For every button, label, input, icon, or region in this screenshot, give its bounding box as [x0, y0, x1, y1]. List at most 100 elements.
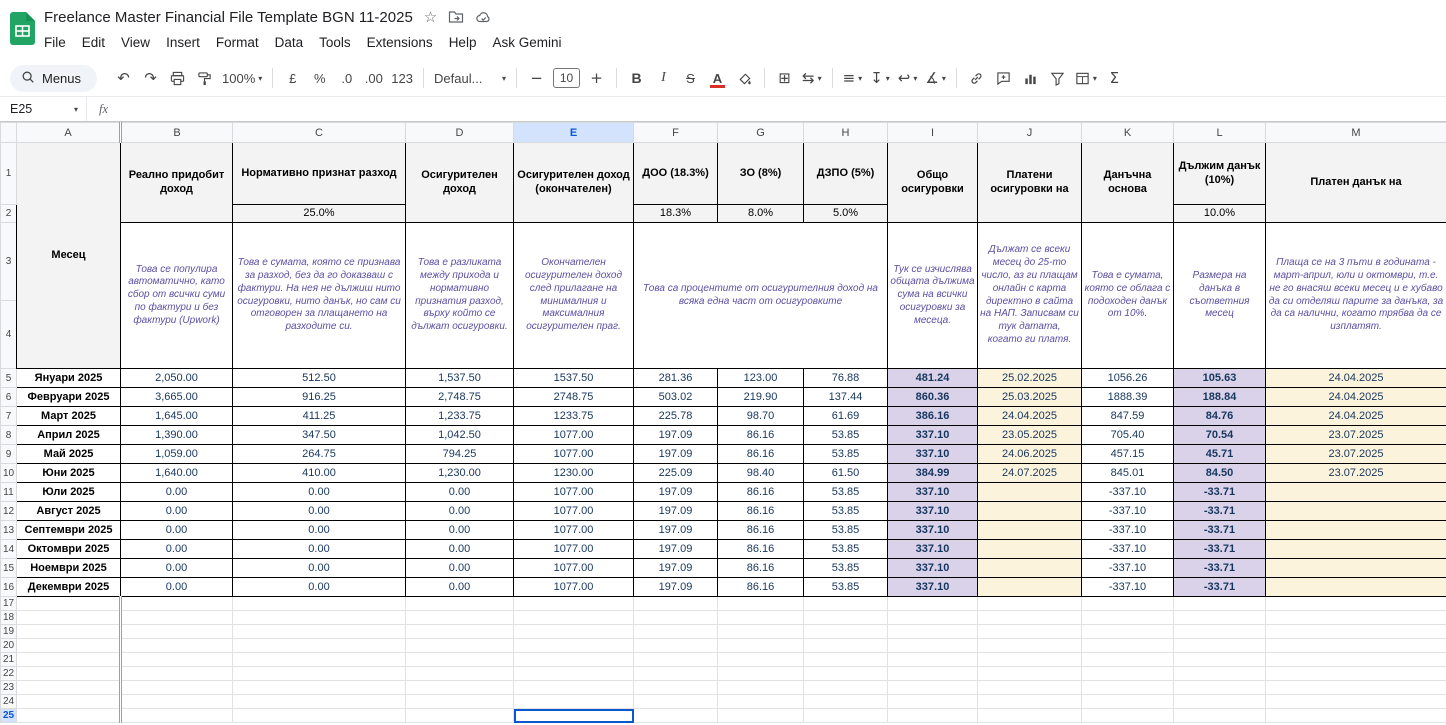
- cell-tax-base[interactable]: 845.01: [1081, 463, 1174, 483]
- menu-help[interactable]: Help: [441, 32, 485, 53]
- cell-empty[interactable]: [977, 666, 1082, 681]
- print-button[interactable]: [165, 66, 190, 91]
- cell-insurance-income-final[interactable]: 2748.75: [513, 387, 634, 407]
- cell-dzpo[interactable]: 61.69: [803, 406, 888, 426]
- cell-empty[interactable]: [405, 680, 514, 695]
- row-header[interactable]: 23: [0, 680, 17, 695]
- cell-normative-expense[interactable]: 0.00: [232, 577, 406, 597]
- menu-view[interactable]: View: [113, 32, 158, 53]
- cell-insurance-paid-date[interactable]: 25.03.2025: [977, 387, 1082, 407]
- cell-empty[interactable]: [633, 638, 718, 653]
- cell-empty[interactable]: [1081, 596, 1174, 611]
- desc-normative-expense[interactable]: Това е сумата, която се признава за разх…: [232, 222, 406, 369]
- decrease-font-size-button[interactable]: −: [524, 66, 549, 91]
- cell-tax-paid-date[interactable]: 23.07.2025: [1265, 425, 1446, 445]
- header-insurance-paid-on[interactable]: Платени осигуровки на: [977, 142, 1082, 223]
- cell-empty[interactable]: [16, 652, 122, 667]
- fill-color-button[interactable]: [732, 66, 757, 91]
- cell-empty[interactable]: [405, 624, 514, 639]
- cell-empty[interactable]: [717, 708, 804, 723]
- cell-empty[interactable]: [16, 624, 122, 639]
- cell-tax-base[interactable]: 1888.39: [1081, 387, 1174, 407]
- cell-empty[interactable]: [633, 680, 718, 695]
- paint-format-button[interactable]: [192, 66, 217, 91]
- cell-empty[interactable]: [717, 680, 804, 695]
- cell-insurance-income-final[interactable]: 1537.50: [513, 368, 634, 388]
- cell-empty[interactable]: [1265, 666, 1446, 681]
- cell-empty[interactable]: [1265, 624, 1446, 639]
- increase-decimal-button[interactable]: .00: [361, 66, 386, 91]
- menu-ask-gemini[interactable]: Ask Gemini: [484, 32, 569, 53]
- cell-empty[interactable]: [232, 624, 406, 639]
- cell-empty[interactable]: [633, 694, 718, 709]
- cell-insurance-income-final[interactable]: 1233.75: [513, 406, 634, 426]
- cell-empty[interactable]: [232, 610, 406, 625]
- row-header[interactable]: 9: [0, 444, 17, 464]
- menus-search-button[interactable]: Menus: [10, 64, 98, 92]
- cell-empty[interactable]: [16, 666, 122, 681]
- cell-normative-expense[interactable]: 0.00: [232, 520, 406, 540]
- cell-insurance-paid-date[interactable]: [977, 539, 1082, 559]
- sheets-logo[interactable]: [10, 12, 35, 48]
- cell-empty[interactable]: [120, 610, 233, 625]
- header-total-insurance[interactable]: Общо осигуровки: [887, 142, 978, 223]
- cell-zo[interactable]: 86.16: [717, 539, 804, 559]
- cell-tax-paid-date[interactable]: [1265, 577, 1446, 597]
- sheet-views-button[interactable]: ▾: [1072, 66, 1100, 91]
- header-tax-base[interactable]: Данъчна основа: [1081, 142, 1174, 223]
- cell-tax-due[interactable]: -33.71: [1173, 539, 1266, 559]
- cell-empty[interactable]: [717, 596, 804, 611]
- cell-empty[interactable]: [120, 624, 233, 639]
- col-header-G[interactable]: G: [717, 122, 804, 143]
- cell-doo[interactable]: 197.09: [633, 482, 718, 502]
- merge-cells-button[interactable]: ⇆ ▾: [799, 66, 825, 91]
- row-header[interactable]: 1: [0, 142, 17, 205]
- cell-total-insurance[interactable]: 386.16: [887, 406, 978, 426]
- cell-normative-expense[interactable]: 916.25: [232, 387, 406, 407]
- cell-real-income[interactable]: 0.00: [120, 520, 233, 540]
- cell-dzpo[interactable]: 76.88: [803, 368, 888, 388]
- header-real-income[interactable]: Реално придобит доход: [120, 142, 233, 223]
- cell-empty[interactable]: [803, 666, 888, 681]
- row-header[interactable]: 20: [0, 638, 17, 653]
- cell-doo[interactable]: 225.78: [633, 406, 718, 426]
- cell-insurance-income[interactable]: 0.00: [405, 577, 514, 597]
- desc-real-income[interactable]: Това се популира автоматично, като сбор …: [120, 222, 233, 369]
- cell-real-income[interactable]: 1,059.00: [120, 444, 233, 464]
- cell-month[interactable]: Януари 2025: [16, 368, 121, 388]
- menu-edit[interactable]: Edit: [74, 32, 113, 53]
- cell-real-income[interactable]: 0.00: [120, 539, 233, 559]
- cell-tax-base[interactable]: -337.10: [1081, 577, 1174, 597]
- cell-zo[interactable]: 86.16: [717, 482, 804, 502]
- cell-real-income[interactable]: 1,390.00: [120, 425, 233, 445]
- cell-tax-due[interactable]: 105.63: [1173, 368, 1266, 388]
- bold-button[interactable]: B: [624, 66, 649, 91]
- functions-button[interactable]: Σ: [1102, 66, 1127, 91]
- cell-month[interactable]: Ноември 2025: [16, 558, 121, 578]
- cell-insurance-income[interactable]: 0.00: [405, 520, 514, 540]
- row-header[interactable]: 15: [0, 558, 17, 578]
- cell-empty[interactable]: [717, 624, 804, 639]
- cell-doo[interactable]: 225.09: [633, 463, 718, 483]
- col-header-K[interactable]: K: [1081, 122, 1174, 143]
- star-icon[interactable]: ☆: [424, 8, 437, 26]
- borders-button[interactable]: ⊞: [772, 66, 797, 91]
- cell-insurance-income-final[interactable]: 1077.00: [513, 558, 634, 578]
- cell-total-insurance[interactable]: 337.10: [887, 558, 978, 578]
- pct-normative-expense[interactable]: 25.0%: [232, 204, 406, 223]
- cell-dzpo[interactable]: 61.50: [803, 463, 888, 483]
- row-header[interactable]: 12: [0, 501, 17, 521]
- cell-doo[interactable]: 281.36: [633, 368, 718, 388]
- header-zo[interactable]: ЗО (8%): [717, 142, 804, 205]
- cell-empty[interactable]: [1265, 694, 1446, 709]
- row-header[interactable]: 3: [0, 222, 17, 301]
- cell-empty[interactable]: [405, 708, 514, 723]
- desc-tax-paid-on[interactable]: Плаща се на 3 пъти в годината - март-апр…: [1265, 222, 1446, 369]
- cell-insurance-paid-date[interactable]: 24.07.2025: [977, 463, 1082, 483]
- header-tax-due[interactable]: Дължим данък (10%): [1173, 142, 1266, 205]
- insert-comment-button[interactable]: [991, 66, 1016, 91]
- cell-empty[interactable]: [513, 624, 634, 639]
- cell-empty[interactable]: [405, 652, 514, 667]
- increase-font-size-button[interactable]: +: [584, 66, 609, 91]
- cell-empty[interactable]: [803, 680, 888, 695]
